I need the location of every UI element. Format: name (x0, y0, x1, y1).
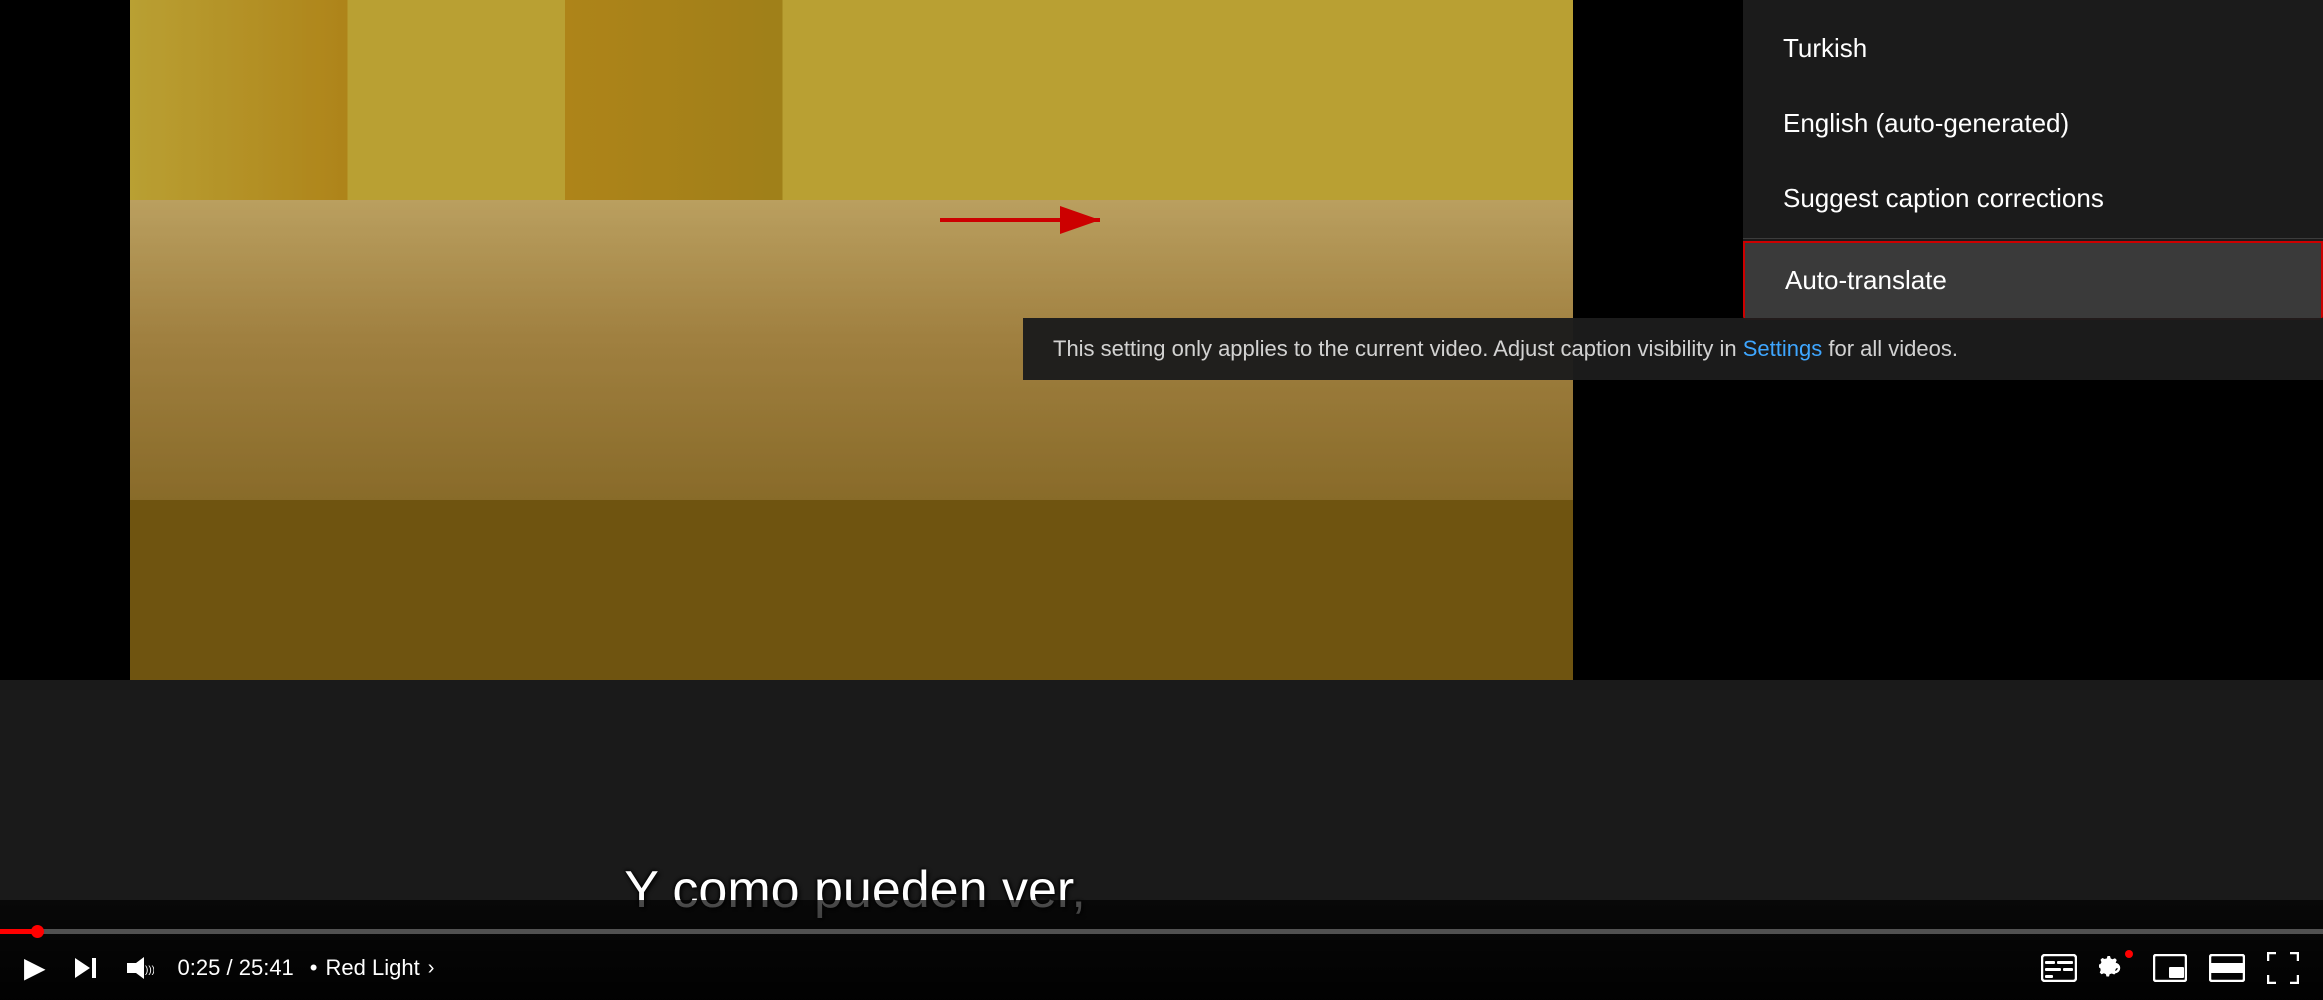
menu-divider (1743, 238, 2323, 239)
menu-item-auto-translate[interactable]: Auto-translate (1743, 241, 2323, 320)
menu-item-english-auto[interactable]: English (auto-generated) (1743, 86, 2323, 161)
next-button[interactable] (66, 949, 104, 987)
menu-item-spanish[interactable]: ✓ Spanish (1743, 0, 2323, 11)
subtitles-button[interactable] (2037, 950, 2081, 986)
settings-notification-dot (2125, 950, 2133, 958)
chapter-separator: • (310, 955, 318, 981)
controls-bar: ▶ )))) 0:25 / 25:41 (0, 900, 2323, 1000)
black-bar-left (0, 0, 130, 680)
chapter-title: • Red Light › (310, 955, 435, 981)
svg-text:)))): )))) (145, 965, 154, 976)
chapter-chevron-icon: › (428, 957, 435, 980)
menu-item-label: Suggest caption corrections (1783, 183, 2104, 214)
menu-item-label: Auto-translate (1785, 265, 1947, 296)
progress-bar[interactable] (0, 929, 2323, 934)
miniplayer-button[interactable] (2149, 950, 2191, 986)
video-title: Red Light (326, 955, 420, 981)
theater-mode-button[interactable] (2205, 950, 2249, 986)
progress-thumb (31, 925, 44, 938)
caption-language-menu: Korean Polish Portuguese Russian ✓ Spani… (1743, 0, 2323, 320)
volume-button[interactable]: )))) (120, 949, 158, 987)
info-suffix: for all videos. (1828, 336, 1958, 361)
menu-item-label: English (auto-generated) (1783, 108, 2069, 139)
fullscreen-button[interactable] (2263, 948, 2303, 988)
right-controls (2037, 948, 2303, 988)
caption-info-text: This setting only applies to the current… (1023, 318, 2323, 380)
progress-fill (0, 929, 38, 934)
time-current: 0:25 (178, 955, 221, 980)
settings-link[interactable]: Settings (1743, 336, 1823, 361)
time-total: 25:41 (239, 955, 294, 980)
menu-item-turkish[interactable]: Turkish (1743, 11, 2323, 86)
controls-row: ▶ )))) 0:25 / 25:41 (0, 948, 2323, 988)
menu-item-suggest-corrections[interactable]: Suggest caption corrections (1743, 161, 2323, 236)
time-separator: / (227, 955, 239, 980)
info-content: This setting only applies to the current… (1053, 336, 1737, 361)
settings-button[interactable] (2095, 948, 2135, 988)
red-arrow-indicator (940, 200, 1120, 240)
video-container: Y como pueden ver, Korean Polish Portugu… (0, 0, 2323, 1000)
play-button[interactable]: ▶ (20, 950, 50, 986)
time-display: 0:25 / 25:41 (178, 955, 294, 981)
menu-item-label: Turkish (1783, 33, 1867, 64)
